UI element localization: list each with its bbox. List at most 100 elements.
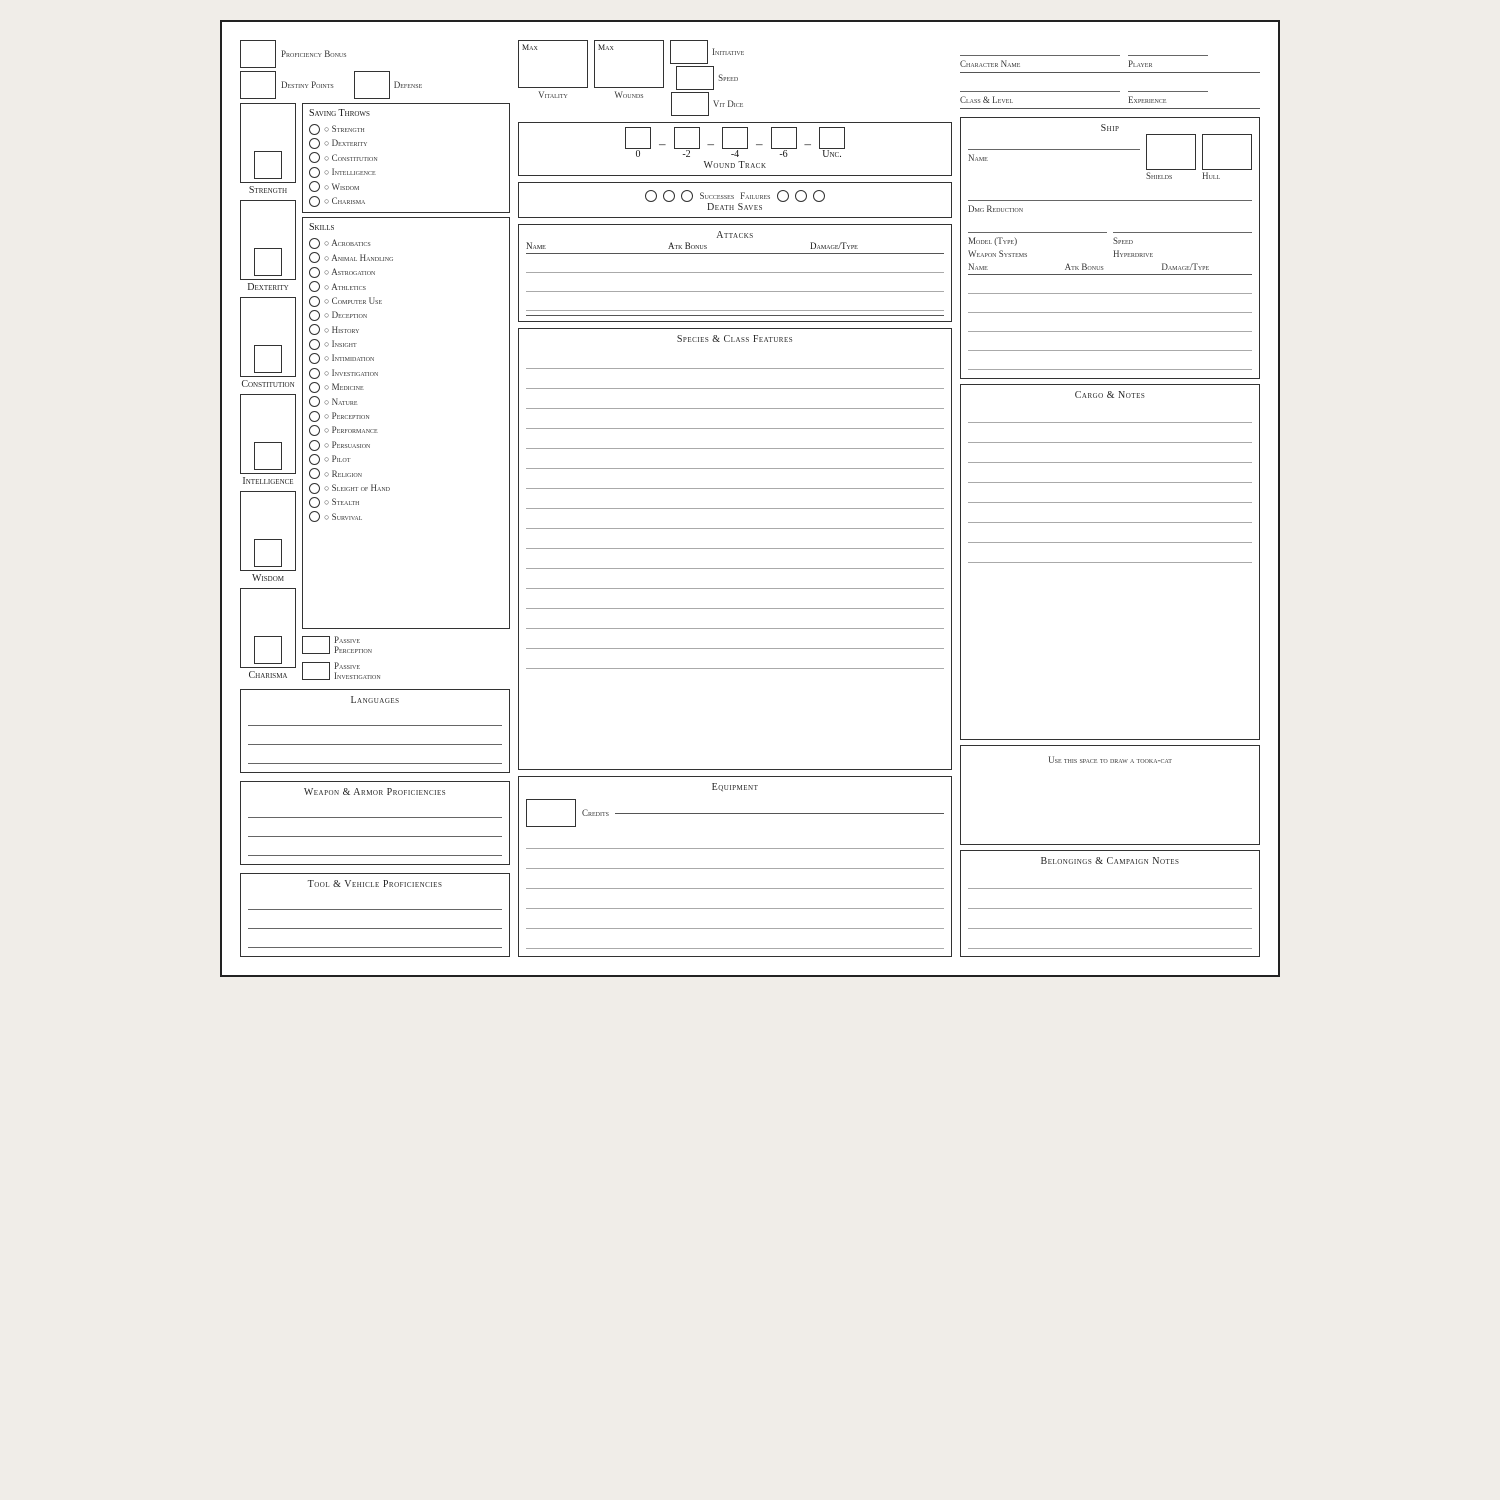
feature-line-16[interactable] bbox=[526, 651, 944, 669]
wisdom-score-box[interactable] bbox=[246, 495, 290, 539]
feature-line-9[interactable] bbox=[526, 511, 944, 529]
ws5-name[interactable] bbox=[968, 354, 1057, 369]
ws3-atk[interactable] bbox=[1065, 316, 1154, 331]
equip-line-4[interactable] bbox=[526, 891, 944, 909]
skill-astr-circle[interactable] bbox=[309, 267, 320, 278]
ws3-name[interactable] bbox=[968, 316, 1057, 331]
ship-speed-input[interactable] bbox=[1113, 217, 1252, 233]
languages-input-3[interactable] bbox=[248, 748, 502, 764]
cargo-line-4[interactable] bbox=[968, 465, 1252, 483]
charisma-mod-box[interactable] bbox=[254, 636, 282, 664]
ws4-dmg[interactable] bbox=[1163, 335, 1252, 350]
belong-line-1[interactable] bbox=[968, 871, 1252, 889]
defense-box[interactable] bbox=[354, 71, 390, 99]
proficiency-bonus-box[interactable] bbox=[240, 40, 276, 68]
weapon-armor-input-2[interactable] bbox=[248, 821, 502, 837]
ws2-atk[interactable] bbox=[1065, 297, 1154, 312]
skill-pilot-circle[interactable] bbox=[309, 454, 320, 465]
feature-line-1[interactable] bbox=[526, 351, 944, 369]
skill-pers-circle[interactable] bbox=[309, 440, 320, 451]
equip-line-5[interactable] bbox=[526, 911, 944, 929]
save-str-circle[interactable] bbox=[309, 124, 320, 135]
atk3-dmg[interactable] bbox=[810, 295, 944, 310]
strength-mod-box[interactable] bbox=[254, 151, 282, 179]
char-name-input[interactable] bbox=[960, 40, 1120, 56]
ws4-name[interactable] bbox=[968, 335, 1057, 350]
player-input[interactable] bbox=[1128, 40, 1208, 56]
dexterity-mod-box[interactable] bbox=[254, 248, 282, 276]
ws2-name[interactable] bbox=[968, 297, 1057, 312]
feature-line-5[interactable] bbox=[526, 431, 944, 449]
speed-box[interactable] bbox=[676, 66, 714, 90]
feature-line-3[interactable] bbox=[526, 391, 944, 409]
feature-line-15[interactable] bbox=[526, 631, 944, 649]
languages-input-1[interactable] bbox=[248, 710, 502, 726]
atk2-bonus[interactable] bbox=[668, 276, 802, 291]
feature-line-13[interactable] bbox=[526, 591, 944, 609]
success-2[interactable] bbox=[663, 190, 675, 202]
wt-box-unc[interactable] bbox=[819, 127, 845, 149]
skill-acro-circle[interactable] bbox=[309, 238, 320, 249]
intelligence-score-box[interactable] bbox=[246, 398, 290, 442]
skill-invst-circle[interactable] bbox=[309, 368, 320, 379]
ws-row-4[interactable] bbox=[968, 335, 1252, 351]
passive-perception-box[interactable] bbox=[302, 636, 330, 654]
ws5-atk[interactable] bbox=[1065, 354, 1154, 369]
dexterity-score-box[interactable] bbox=[246, 204, 290, 248]
feature-line-12[interactable] bbox=[526, 571, 944, 589]
cargo-line-7[interactable] bbox=[968, 525, 1252, 543]
wt-box-minus4[interactable] bbox=[722, 127, 748, 149]
atk3-name[interactable] bbox=[526, 295, 660, 310]
ws-row-1[interactable] bbox=[968, 278, 1252, 294]
failure-3[interactable] bbox=[813, 190, 825, 202]
feature-line-7[interactable] bbox=[526, 471, 944, 489]
save-wis-circle[interactable] bbox=[309, 181, 320, 192]
success-1[interactable] bbox=[645, 190, 657, 202]
equip-line-3[interactable] bbox=[526, 871, 944, 889]
class-level-input[interactable] bbox=[960, 76, 1120, 92]
destiny-points-box[interactable] bbox=[240, 71, 276, 99]
belong-line-4[interactable] bbox=[968, 931, 1252, 949]
atk2-name[interactable] bbox=[526, 276, 660, 291]
weapon-armor-input-1[interactable] bbox=[248, 802, 502, 818]
failure-1[interactable] bbox=[777, 190, 789, 202]
skill-ins-circle[interactable] bbox=[309, 339, 320, 350]
wt-box-0[interactable] bbox=[625, 127, 651, 149]
skill-dec-circle[interactable] bbox=[309, 310, 320, 321]
ws2-dmg[interactable] bbox=[1163, 297, 1252, 312]
ws1-atk[interactable] bbox=[1065, 278, 1154, 293]
skill-comp-circle[interactable] bbox=[309, 296, 320, 307]
ws1-dmg[interactable] bbox=[1163, 278, 1252, 293]
wisdom-mod-box[interactable] bbox=[254, 539, 282, 567]
ship-shields-box[interactable] bbox=[1146, 134, 1196, 170]
intelligence-mod-box[interactable] bbox=[254, 442, 282, 470]
save-cha-circle[interactable] bbox=[309, 196, 320, 207]
model-type-input[interactable] bbox=[968, 217, 1107, 233]
skill-athl-circle[interactable] bbox=[309, 281, 320, 292]
atk2-dmg[interactable] bbox=[810, 276, 944, 291]
languages-input-2[interactable] bbox=[248, 729, 502, 745]
wounds-box[interactable]: Max bbox=[594, 40, 664, 88]
wt-box-minus6[interactable] bbox=[771, 127, 797, 149]
atk1-bonus[interactable] bbox=[668, 257, 802, 272]
belong-line-2[interactable] bbox=[968, 891, 1252, 909]
ws-row-5[interactable] bbox=[968, 354, 1252, 370]
constitution-score-box[interactable] bbox=[246, 301, 290, 345]
skill-nat-circle[interactable] bbox=[309, 396, 320, 407]
tool-vehicle-input-3[interactable] bbox=[248, 932, 502, 948]
skill-hist-circle[interactable] bbox=[309, 324, 320, 335]
skill-anh-circle[interactable] bbox=[309, 252, 320, 263]
feature-line-4[interactable] bbox=[526, 411, 944, 429]
ship-name-input[interactable] bbox=[968, 134, 1140, 150]
equip-line-2[interactable] bbox=[526, 851, 944, 869]
skill-stl-circle[interactable] bbox=[309, 497, 320, 508]
experience-input[interactable] bbox=[1128, 76, 1208, 92]
cargo-line-8[interactable] bbox=[968, 545, 1252, 563]
feature-line-6[interactable] bbox=[526, 451, 944, 469]
skill-intim-circle[interactable] bbox=[309, 353, 320, 364]
skill-soh-circle[interactable] bbox=[309, 483, 320, 494]
feature-line-8[interactable] bbox=[526, 491, 944, 509]
belong-line-3[interactable] bbox=[968, 911, 1252, 929]
ws-row-3[interactable] bbox=[968, 316, 1252, 332]
skill-perc-circle[interactable] bbox=[309, 411, 320, 422]
